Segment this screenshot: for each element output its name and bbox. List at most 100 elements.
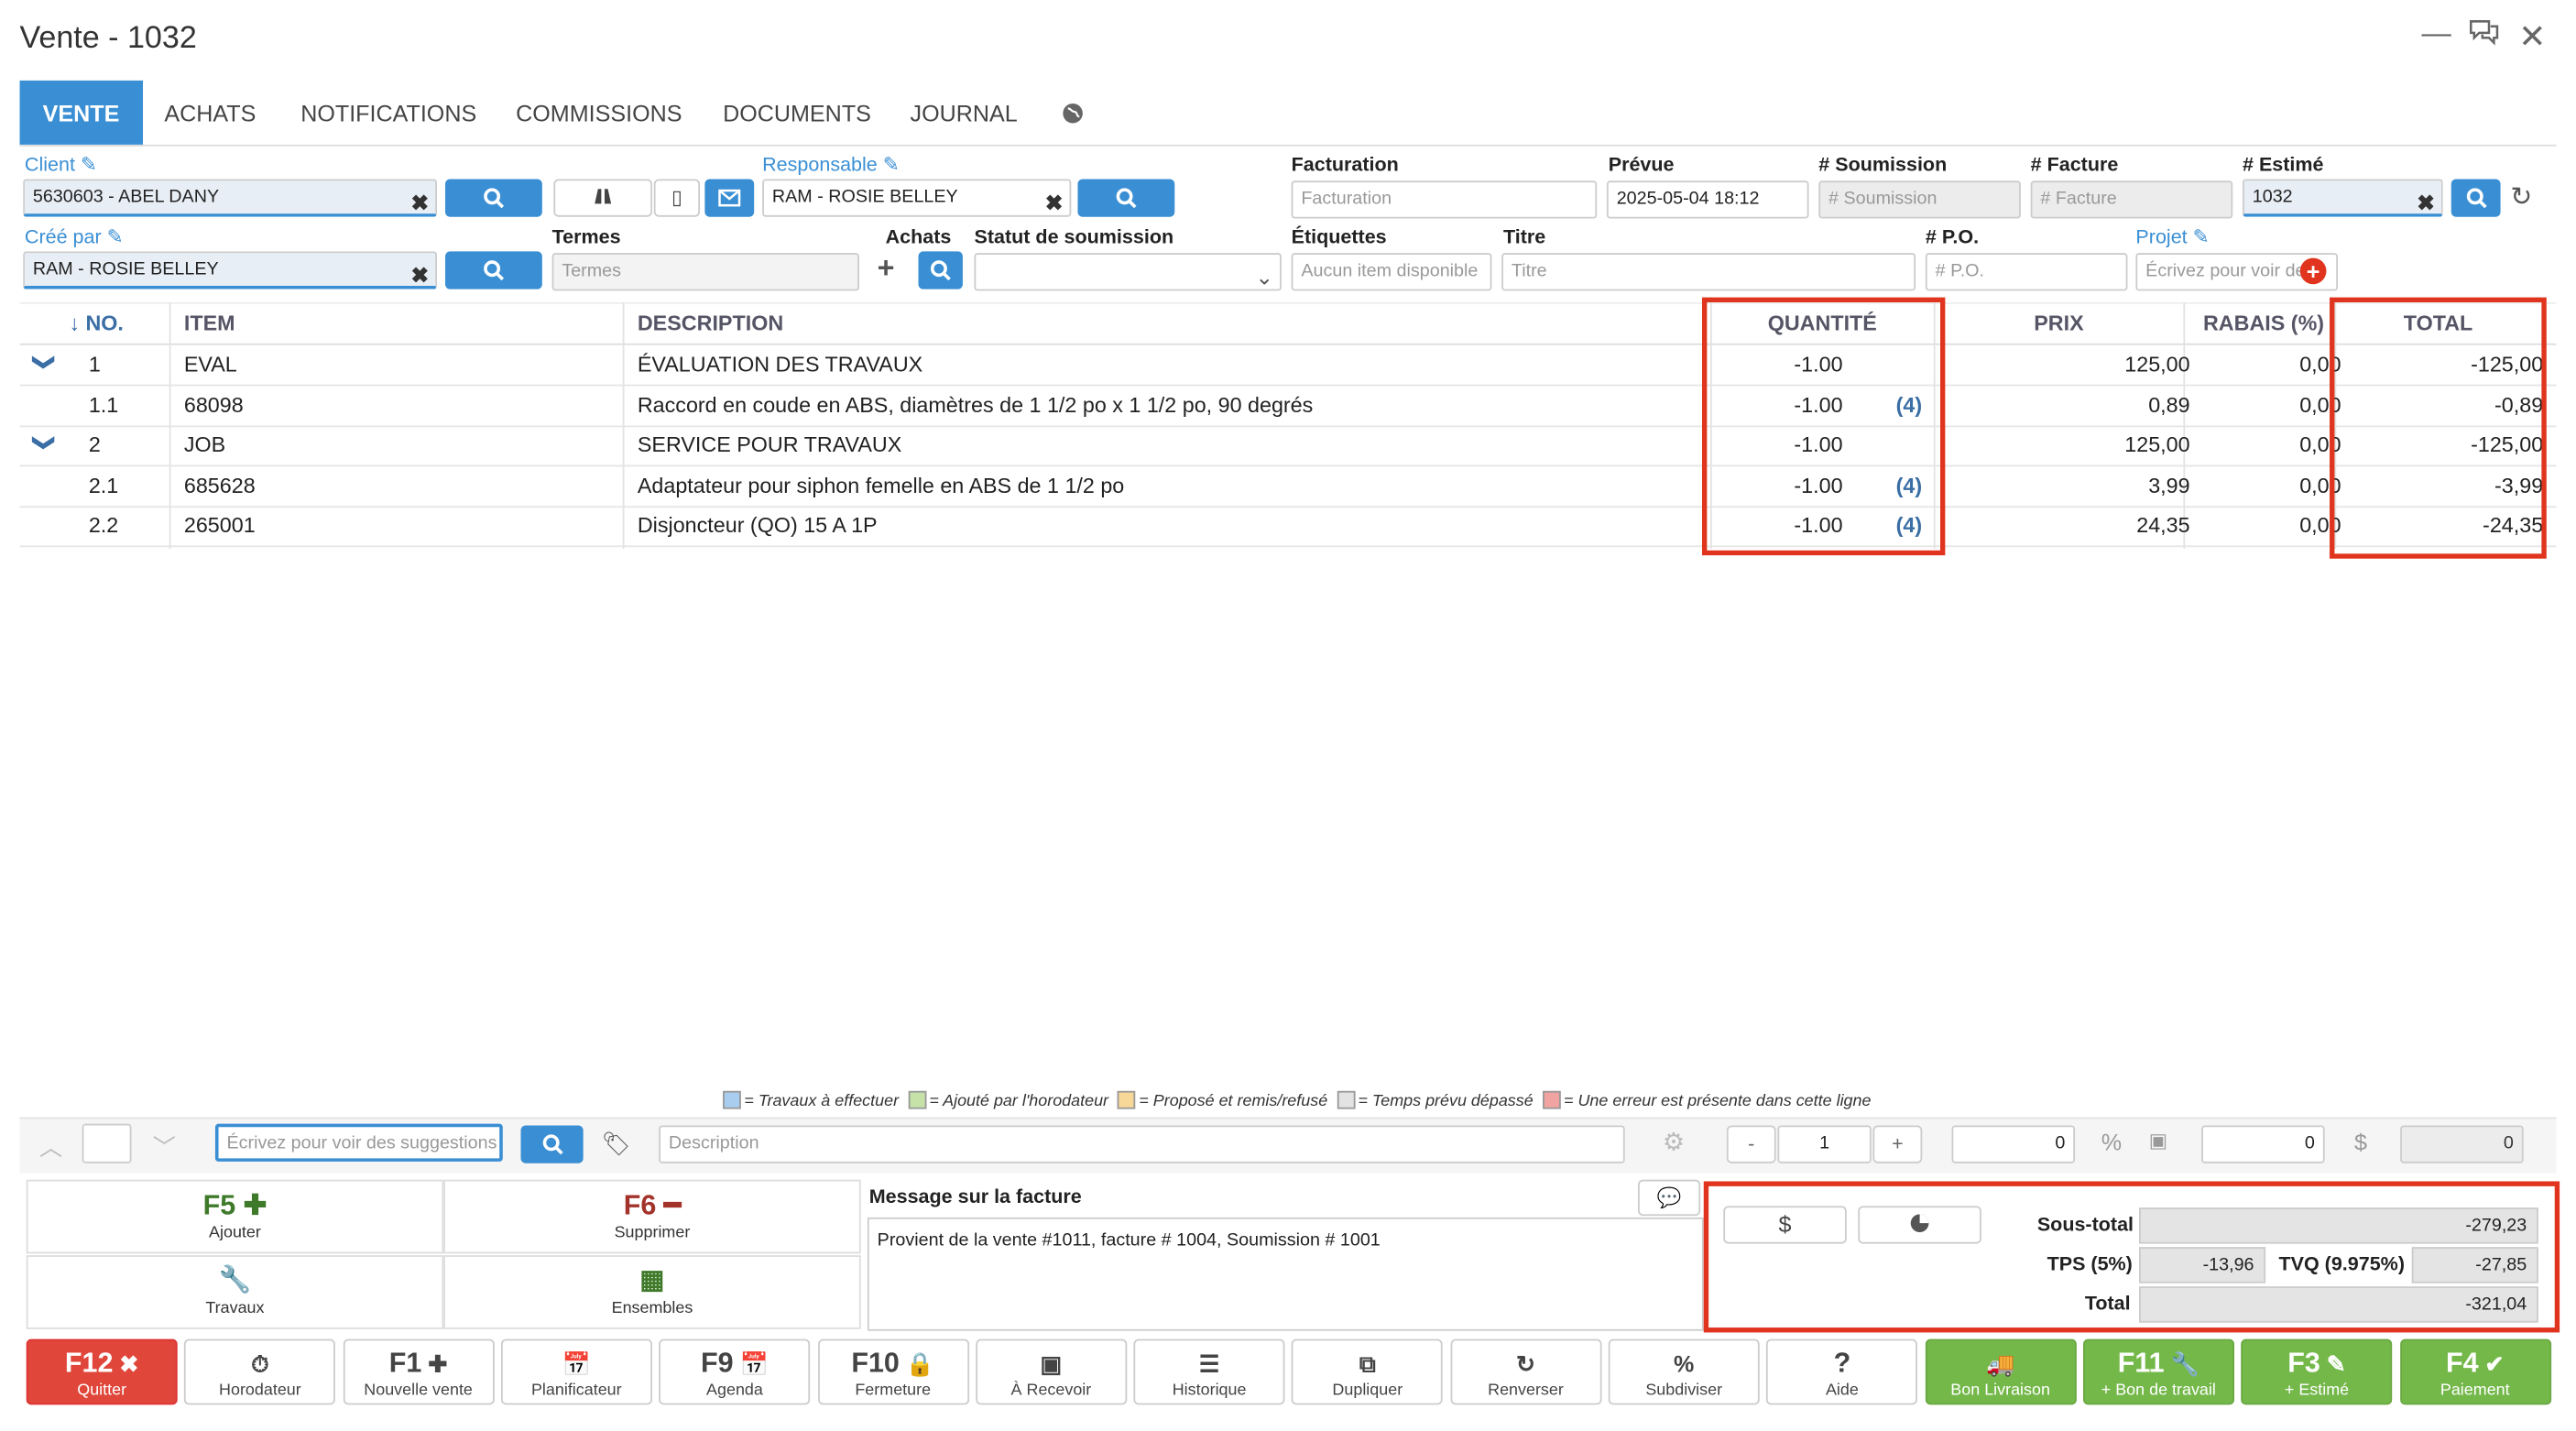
chevron-down-icon[interactable]: ﹀	[153, 1131, 176, 1163]
estime-search-button[interactable]	[2450, 179, 2501, 217]
discount-input[interactable]: 0	[2201, 1125, 2325, 1163]
col-item-header[interactable]: ITEM	[184, 306, 235, 344]
clear-icon[interactable]: ✖	[411, 258, 430, 286]
dupliquer-button[interactable]: ⧉ Dupliquer	[1292, 1338, 1444, 1405]
qty-minus-button[interactable]: -	[1726, 1125, 1776, 1163]
achats-search-button[interactable]	[918, 251, 963, 289]
comment-icon[interactable]: 💬	[1638, 1179, 1701, 1217]
po-input[interactable]: # P.O.	[1925, 253, 2128, 291]
tab-commissions[interactable]: COMMISSIONS	[493, 81, 705, 147]
termes-input[interactable]: Termes	[551, 253, 859, 291]
qty-input[interactable]: 1	[1777, 1125, 1872, 1163]
fkey-label: F3	[2287, 1347, 2320, 1379]
clear-icon[interactable]: ✖	[2417, 186, 2435, 213]
item-search-button[interactable]	[520, 1125, 584, 1163]
chat-icon[interactable]	[2468, 16, 2501, 54]
client-search-button[interactable]	[445, 179, 542, 217]
estime-button[interactable]: F3 ✎ + Estimé	[2241, 1338, 2393, 1405]
chevron-down-icon[interactable]	[25, 394, 64, 417]
tag-icon[interactable]: 🏷	[601, 1131, 630, 1158]
cree-par-label[interactable]: Créé par ✎	[25, 225, 124, 248]
binoculars-button[interactable]	[553, 179, 652, 217]
responsable-input[interactable]: RAM - ROSIE BELLEY ✖	[762, 179, 1072, 217]
chevron-down-icon[interactable]: ❯	[25, 434, 64, 457]
etiquettes-select[interactable]: Aucun item disponible	[1291, 253, 1492, 291]
tab-achats[interactable]: ACHATS	[141, 81, 278, 147]
historique-button[interactable]: ☰ Historique	[1133, 1338, 1285, 1405]
chevron-down-icon[interactable]	[25, 515, 64, 538]
col-rabais-header[interactable]: RABAIS (%)	[2203, 306, 2324, 344]
refresh-icon[interactable]: ↻	[2510, 180, 2532, 213]
message-textarea[interactable]: Provient de la vente #1011, facture # 10…	[867, 1217, 1704, 1331]
aide-button[interactable]: ? Aide	[1766, 1338, 1918, 1405]
delete-button[interactable]: F6 ━ Supprimer	[443, 1179, 861, 1254]
tab-journal[interactable]: JOURNAL	[887, 81, 1040, 147]
row-description: Adaptateur pour siphon femelle en ABS de…	[637, 473, 1125, 498]
tab-notifications[interactable]: NOTIFICATIONS	[278, 81, 499, 147]
col-desc-header[interactable]: DESCRIPTION	[638, 306, 783, 344]
statut-select[interactable]: ⌄	[974, 253, 1282, 291]
minimize-icon[interactable]: —	[2421, 16, 2450, 51]
table-row[interactable]: 2.2 265001 Disjoncteur (QO) 15 A 1P -1.00 (4…	[19, 507, 2557, 548]
prevue-input[interactable]: 2025-05-04 18:12	[1606, 180, 1809, 219]
responsable-search-button[interactable]	[1077, 179, 1175, 217]
envelope-icon	[718, 189, 741, 207]
cree-par-input[interactable]: RAM - ROSIE BELLEY ✖	[23, 251, 438, 289]
ensembles-button[interactable]: ▦ Ensembles	[443, 1255, 861, 1329]
add-button[interactable]: F5 ✚ Ajouter	[26, 1179, 444, 1254]
quitter-button[interactable]: F12 ✖ Quitter	[26, 1338, 178, 1405]
line-number-input[interactable]	[82, 1123, 132, 1163]
fermeture-button[interactable]: F10 🔒 Fermeture	[817, 1338, 969, 1405]
mobile-icon[interactable]: ▯	[653, 179, 700, 217]
planificateur-button[interactable]: 📅 Planificateur	[500, 1338, 652, 1405]
bon-de-travail-button[interactable]: F11 🔧 + Bon de travail	[2082, 1338, 2234, 1405]
add-achat-icon[interactable]: +	[878, 251, 895, 286]
soumission-input: # Soumission	[1818, 180, 2021, 219]
close-icon[interactable]: ✕	[2518, 16, 2546, 58]
row-price: 3,99	[2148, 473, 2190, 498]
chevron-down-icon[interactable]	[25, 475, 64, 497]
cree-search-button[interactable]	[445, 251, 542, 289]
qty-plus-button[interactable]: +	[1872, 1125, 1923, 1163]
nouvelle-vente-button[interactable]: F1 ✚ Nouvelle vente	[343, 1338, 495, 1405]
responsable-label[interactable]: Responsable ✎	[762, 153, 900, 176]
bon-livraison-button[interactable]: 🚚 Bon Livraison	[1925, 1338, 2077, 1405]
travaux-button[interactable]: 🔧 Travaux	[26, 1255, 444, 1329]
table-row[interactable]: 1.1 68098 Raccord en coude en ABS, diamètr…	[19, 386, 2557, 427]
gear-icon[interactable]: ⚙	[1663, 1127, 1685, 1156]
facturation-label: Facturation	[1291, 152, 1399, 176]
subdiviser-button[interactable]: % Subdiviser	[1608, 1338, 1760, 1405]
description-input[interactable]: Description	[659, 1125, 1625, 1163]
clear-icon[interactable]: ✖	[1045, 186, 1064, 215]
client-input[interactable]: 5630603 - ABEL DANY ✖	[23, 179, 438, 217]
titre-input[interactable]: Titre	[1501, 253, 1916, 291]
fermeture-icon: 🔒	[899, 1350, 935, 1377]
clear-icon[interactable]: ✖	[411, 186, 430, 213]
col-no-header[interactable]: ↓ NO.	[69, 306, 124, 344]
email-button[interactable]	[704, 179, 755, 217]
col-prix-header[interactable]: PRIX	[2034, 306, 2083, 344]
search-icon	[484, 260, 505, 281]
table-row[interactable]: ❯ 1 EVAL ÉVALUATION DES TRAVAUX -1.00 125,00 0…	[19, 345, 2557, 387]
chevron-up-icon[interactable]: ︿	[39, 1131, 62, 1163]
row-no: 1	[88, 351, 101, 377]
globe-icon[interactable]	[1038, 81, 1107, 147]
estime-input[interactable]: 1032 ✖	[2242, 179, 2443, 217]
add-projet-icon[interactable]: +	[2299, 257, 2327, 285]
paiement-button[interactable]: F4 ✔ Paiement	[2399, 1338, 2551, 1405]
chevron-down-icon[interactable]: ❯	[25, 354, 64, 377]
price-input[interactable]: 0	[1951, 1125, 2076, 1163]
horodateur-button[interactable]: ⏱ Horodateur	[184, 1338, 336, 1405]
renverser-button[interactable]: ↻ Renverser	[1450, 1338, 1602, 1405]
tab-documents[interactable]: DOCUMENTS	[700, 81, 894, 147]
table-row[interactable]: 2.1 685628 Adaptateur pour siphon femelle …	[19, 466, 2557, 508]
facturation-input[interactable]: Facturation	[1291, 180, 1598, 219]
a-recevoir-button[interactable]: ▣ À Recevoir	[975, 1338, 1127, 1405]
agenda-button[interactable]: F9 📅 Agenda	[659, 1338, 811, 1405]
projet-label[interactable]: Projet ✎	[2135, 225, 2209, 248]
table-row[interactable]: ❯ 2 JOB SERVICE POUR TRAVAUX -1.00 125,00 0,00…	[19, 426, 2557, 467]
client-label[interactable]: Client ✎	[25, 153, 97, 176]
tab-vente[interactable]: VENTE	[19, 80, 143, 147]
fkey-caption: Dupliquer	[1332, 1382, 1403, 1400]
item-search-input[interactable]: Écrivez pour voir des suggestions	[214, 1123, 503, 1162]
